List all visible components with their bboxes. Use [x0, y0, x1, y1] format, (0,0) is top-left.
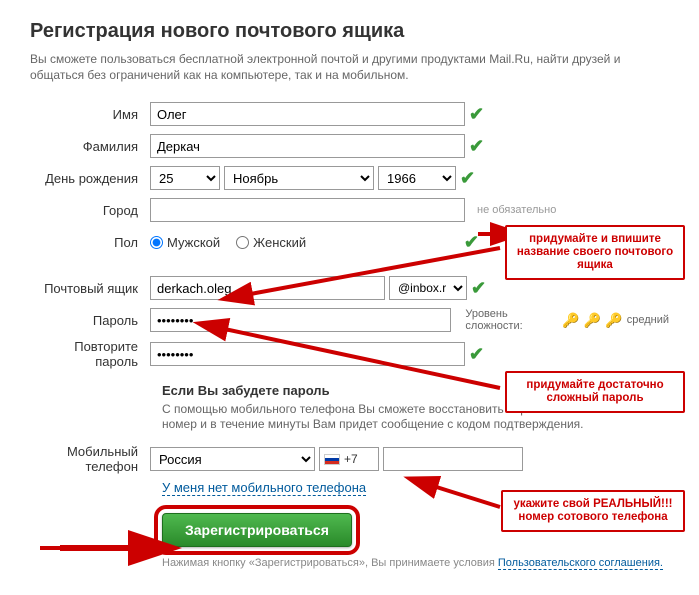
- register-button[interactable]: Зарегистрироваться: [162, 513, 352, 547]
- check-icon: ✔: [469, 104, 484, 125]
- label-password: Пароль: [30, 313, 150, 328]
- label-surname: Фамилия: [30, 139, 150, 154]
- city-input[interactable]: [150, 198, 465, 222]
- label-repeat-password: Повторите пароль: [30, 339, 150, 369]
- label-gender: Пол: [30, 235, 150, 250]
- mailbox-input[interactable]: [150, 276, 385, 300]
- label-name: Имя: [30, 107, 150, 122]
- label-birthday: День рождения: [30, 171, 150, 186]
- birthday-month-select[interactable]: Ноябрь: [224, 166, 374, 190]
- flag-icon: [324, 454, 340, 465]
- country-select[interactable]: Россия: [150, 447, 315, 471]
- annotation-mailbox: придумайте и впишите название своего поч…: [505, 225, 685, 280]
- label-mailbox: Почтовый ящик: [30, 281, 150, 296]
- domain-select[interactable]: @inbox.ru: [389, 276, 467, 300]
- phone-code-display: +7: [319, 447, 379, 471]
- check-icon: ✔: [460, 168, 475, 189]
- label-mobile: Мобильный телефон: [30, 444, 150, 474]
- annotation-password: придумайте достаточно сложный пароль: [505, 371, 685, 413]
- check-icon: ✔: [469, 136, 484, 157]
- key-icon: 🔑: [584, 312, 601, 329]
- birthday-year-select[interactable]: 1966: [378, 166, 456, 190]
- gender-female-option[interactable]: Женский: [236, 235, 306, 250]
- gender-male-radio[interactable]: [150, 236, 163, 249]
- no-phone-link[interactable]: У меня нет мобильного телефона: [162, 480, 366, 496]
- label-city: Город: [30, 203, 150, 218]
- gender-female-radio[interactable]: [236, 236, 249, 249]
- name-input[interactable]: [150, 102, 465, 126]
- password-input[interactable]: [150, 308, 451, 332]
- phone-input[interactable]: [383, 447, 523, 471]
- page-subtitle: Вы сможете пользоваться бесплатной элект…: [30, 51, 669, 83]
- check-icon: ✔: [469, 344, 484, 365]
- optional-label: не обязательно: [469, 204, 556, 216]
- page-title: Регистрация нового почтового ящика: [30, 20, 669, 43]
- repeat-password-input[interactable]: [150, 342, 465, 366]
- annotation-phone: укажите свой РЕАЛЬНЫЙ!!! номер сотового …: [501, 490, 685, 532]
- gender-male-option[interactable]: Мужской: [150, 235, 220, 250]
- terms-text: Нажимая кнопку «Зарегистрироваться», Вы …: [162, 557, 669, 569]
- key-icon: 🔑: [605, 312, 622, 329]
- check-icon: ✔: [471, 278, 486, 299]
- password-complexity: Уровень сложности: 🔑 🔑 🔑 средний: [465, 308, 669, 332]
- birthday-day-select[interactable]: 25: [150, 166, 220, 190]
- surname-input[interactable]: [150, 134, 465, 158]
- key-icon: 🔑: [562, 312, 579, 329]
- terms-link[interactable]: Пользовательского соглашения.: [498, 557, 663, 570]
- check-icon: ✔: [464, 232, 479, 253]
